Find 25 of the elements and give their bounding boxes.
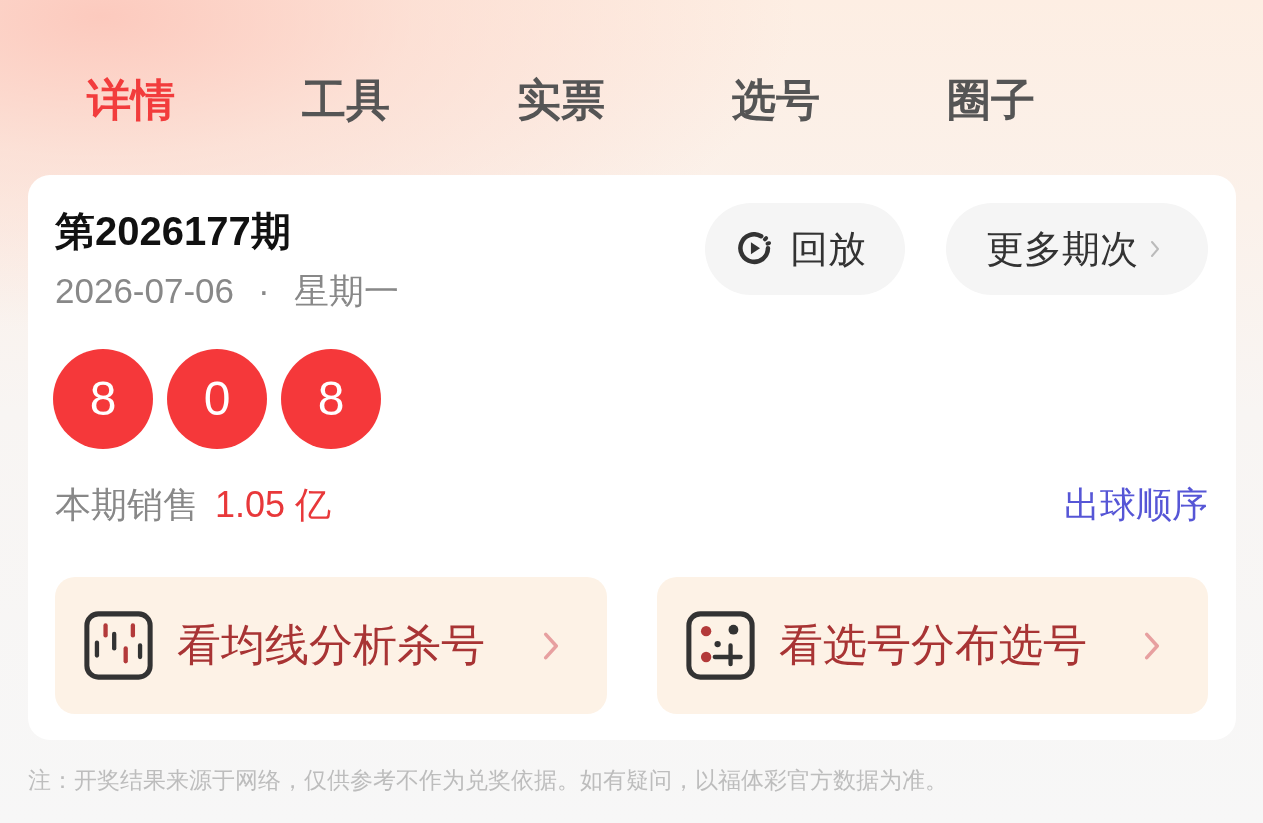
analysis-card[interactable]: 看均线分析杀号 <box>55 577 607 714</box>
number-ball: 0 <box>167 349 267 449</box>
tab[interactable]: 工具 <box>302 70 395 130</box>
chevron-right-icon <box>1150 240 1160 258</box>
tab[interactable]: 实票 <box>517 70 610 130</box>
tab[interactable]: 选号 <box>732 70 825 130</box>
more-issues-button[interactable]: 更多期次 <box>946 203 1208 295</box>
draw-order-link[interactable]: 出球顺序 <box>1064 480 1208 530</box>
replay-icon <box>738 232 772 266</box>
issue-title: 第2026177期 <box>55 208 292 255</box>
separator-dot: · <box>258 270 270 312</box>
replay-button[interactable]: 回放 <box>705 203 905 295</box>
chevron-right-icon <box>542 631 559 660</box>
tab[interactable]: 圈子 <box>947 70 1040 130</box>
sales-amount: 1.05 亿 <box>215 482 332 527</box>
number-ball: 8 <box>53 349 153 449</box>
draw-date: 2026-07-06 <box>55 270 235 312</box>
weekday-label: 星期一 <box>293 270 399 312</box>
disclaimer-note: 注：开奖结果来源于网络，仅供参考不作为兑奖依据。如有疑问，以福体彩官方数据为准。 <box>28 766 949 795</box>
number-ball: 8 <box>281 349 381 449</box>
analysis-card[interactable]: 看选号分布选号 <box>656 577 1208 714</box>
sales-label: 本期销售 <box>55 482 199 527</box>
dot-grid-icon <box>685 611 755 680</box>
chevron-right-icon <box>1144 631 1160 660</box>
candlestick-chart-icon <box>84 611 153 680</box>
